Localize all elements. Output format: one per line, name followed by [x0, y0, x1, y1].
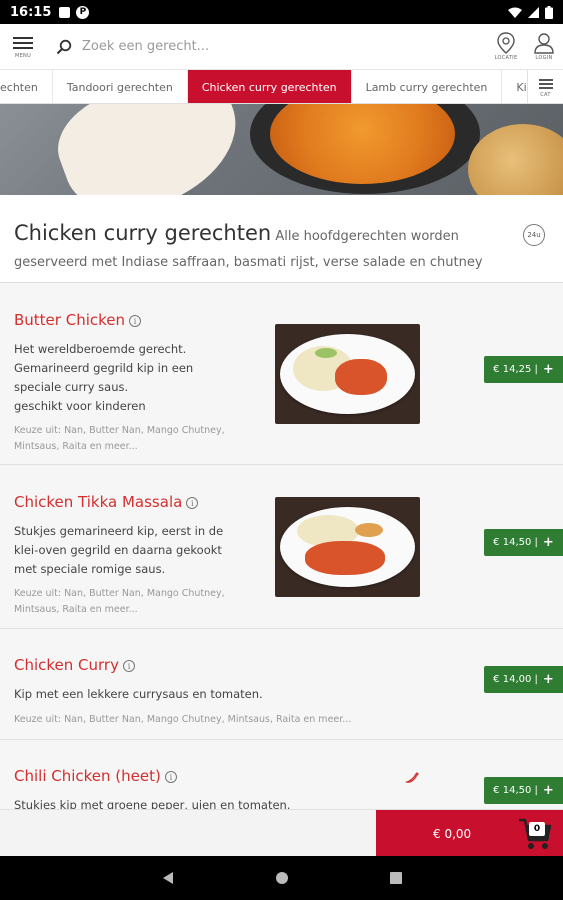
- item-price: € 14,50: [493, 785, 532, 796]
- tab-lamb-curry[interactable]: Lamb curry gerechten: [352, 70, 503, 103]
- item-price: € 14,25: [493, 364, 532, 375]
- system-nav-bar: [0, 856, 563, 900]
- bottom-bar: € 0,00 0: [0, 809, 563, 857]
- category-title: Chicken curry gerechten: [14, 221, 272, 245]
- item-description: Kip met een lekkere currysaus en tomaten…: [14, 687, 263, 701]
- item-price: € 14,00: [493, 674, 532, 685]
- search-icon: [56, 39, 72, 54]
- item-name: Chicken Tikka Massala: [14, 493, 183, 511]
- categories-label: CAT: [540, 91, 551, 98]
- item-name: Chili Chicken (heet): [14, 767, 161, 785]
- login-button[interactable]: LOGIN: [525, 24, 563, 70]
- add-to-cart-button[interactable]: € 14,00 | +: [484, 666, 563, 693]
- location-label: LOCATIE: [494, 55, 518, 61]
- info-icon[interactable]: i: [186, 497, 199, 509]
- location-button[interactable]: LOCATIE: [487, 24, 525, 70]
- status-bar: 16:15 P: [0, 0, 563, 24]
- battery-icon: [545, 5, 553, 19]
- wifi-icon: [508, 7, 522, 18]
- item-choices: Keuze uit: Nan, Butter Nan, Mango Chutne…: [14, 588, 225, 615]
- item-name: Butter Chicken: [14, 311, 126, 329]
- plus-icon: +: [542, 362, 554, 377]
- add-to-cart-button[interactable]: € 14,50 | +: [484, 777, 563, 804]
- back-icon[interactable]: [161, 871, 175, 885]
- cart-total: € 0,00: [433, 826, 472, 841]
- add-to-cart-button[interactable]: € 14,50 | +: [484, 529, 563, 556]
- recent-apps-icon[interactable]: [389, 871, 403, 885]
- item-choices: Keuze uit: Nan, Butter Nan, Mango Chutne…: [14, 425, 225, 452]
- item-choices: Keuze uit: Nan, Butter Nan, Mango Chutne…: [14, 714, 352, 725]
- plus-icon: +: [542, 783, 554, 798]
- category-hero-image: [0, 104, 563, 195]
- tab-previous-category[interactable]: echten: [0, 70, 53, 103]
- info-icon[interactable]: i: [164, 771, 177, 783]
- top-bar: MENU LOCATIE LOGIN: [0, 24, 563, 70]
- info-icon[interactable]: i: [122, 660, 135, 672]
- menu-item[interactable]: Chicken Tikka Massala i Stukjes gemarinee…: [0, 465, 563, 629]
- info-icon[interactable]: i: [129, 315, 142, 327]
- chili-pepper-icon: [405, 772, 419, 783]
- plus-icon: +: [542, 672, 554, 687]
- item-image[interactable]: [275, 497, 420, 597]
- menu-label: MENU: [14, 53, 32, 59]
- notification-icon: [59, 6, 71, 18]
- hamburger-icon: [13, 34, 33, 52]
- home-icon[interactable]: [275, 871, 289, 885]
- category-header: Chicken curry gerechten Alle hoofdgerech…: [0, 195, 563, 283]
- menu-item[interactable]: Chicken Curry i Kip met een lekkere curry…: [0, 629, 563, 740]
- categories-button[interactable]: CAT: [527, 70, 563, 103]
- status-time: 16:15: [10, 4, 52, 20]
- item-description: Het wereldberoemde gerecht. Gemarineerd …: [14, 342, 194, 413]
- item-name: Chicken Curry: [14, 656, 119, 674]
- menu-button[interactable]: MENU: [0, 24, 46, 70]
- location-pin-icon: [497, 32, 515, 54]
- add-to-cart-button[interactable]: € 14,25 | +: [484, 356, 563, 383]
- search-bar[interactable]: [46, 24, 487, 70]
- cart-button[interactable]: € 0,00 0: [376, 810, 563, 857]
- list-icon: [538, 77, 553, 91]
- item-description: Stukjes gemarineerd kip, eerst in de kle…: [14, 524, 224, 576]
- tab-chicken-curry[interactable]: Chicken curry gerechten: [187, 70, 352, 103]
- 24h-badge-icon: 24u: [523, 224, 545, 246]
- cart-count-badge: 0: [529, 822, 545, 836]
- item-description: Stukjes kip met groene peper, uien en to…: [14, 798, 291, 809]
- login-label: LOGIN: [535, 55, 553, 61]
- plus-icon: +: [542, 535, 554, 550]
- category-tabs: echten Tandoori gerechten Chicken curry …: [0, 70, 563, 104]
- item-image[interactable]: [275, 324, 420, 424]
- menu-item[interactable]: Butter Chicken i Het wereldberoemde gerec…: [0, 283, 563, 465]
- menu-item-list[interactable]: Butter Chicken i Het wereldberoemde gerec…: [0, 283, 563, 809]
- tab-tandoori[interactable]: Tandoori gerechten: [53, 70, 188, 103]
- search-input[interactable]: [82, 39, 442, 54]
- signal-icon: [528, 6, 539, 18]
- item-price: € 14,50: [493, 537, 532, 548]
- menu-item[interactable]: Chili Chicken (heet) i Stukjes kip met gr…: [0, 740, 563, 809]
- user-icon: [534, 33, 554, 54]
- app-notification-icon: P: [76, 5, 90, 19]
